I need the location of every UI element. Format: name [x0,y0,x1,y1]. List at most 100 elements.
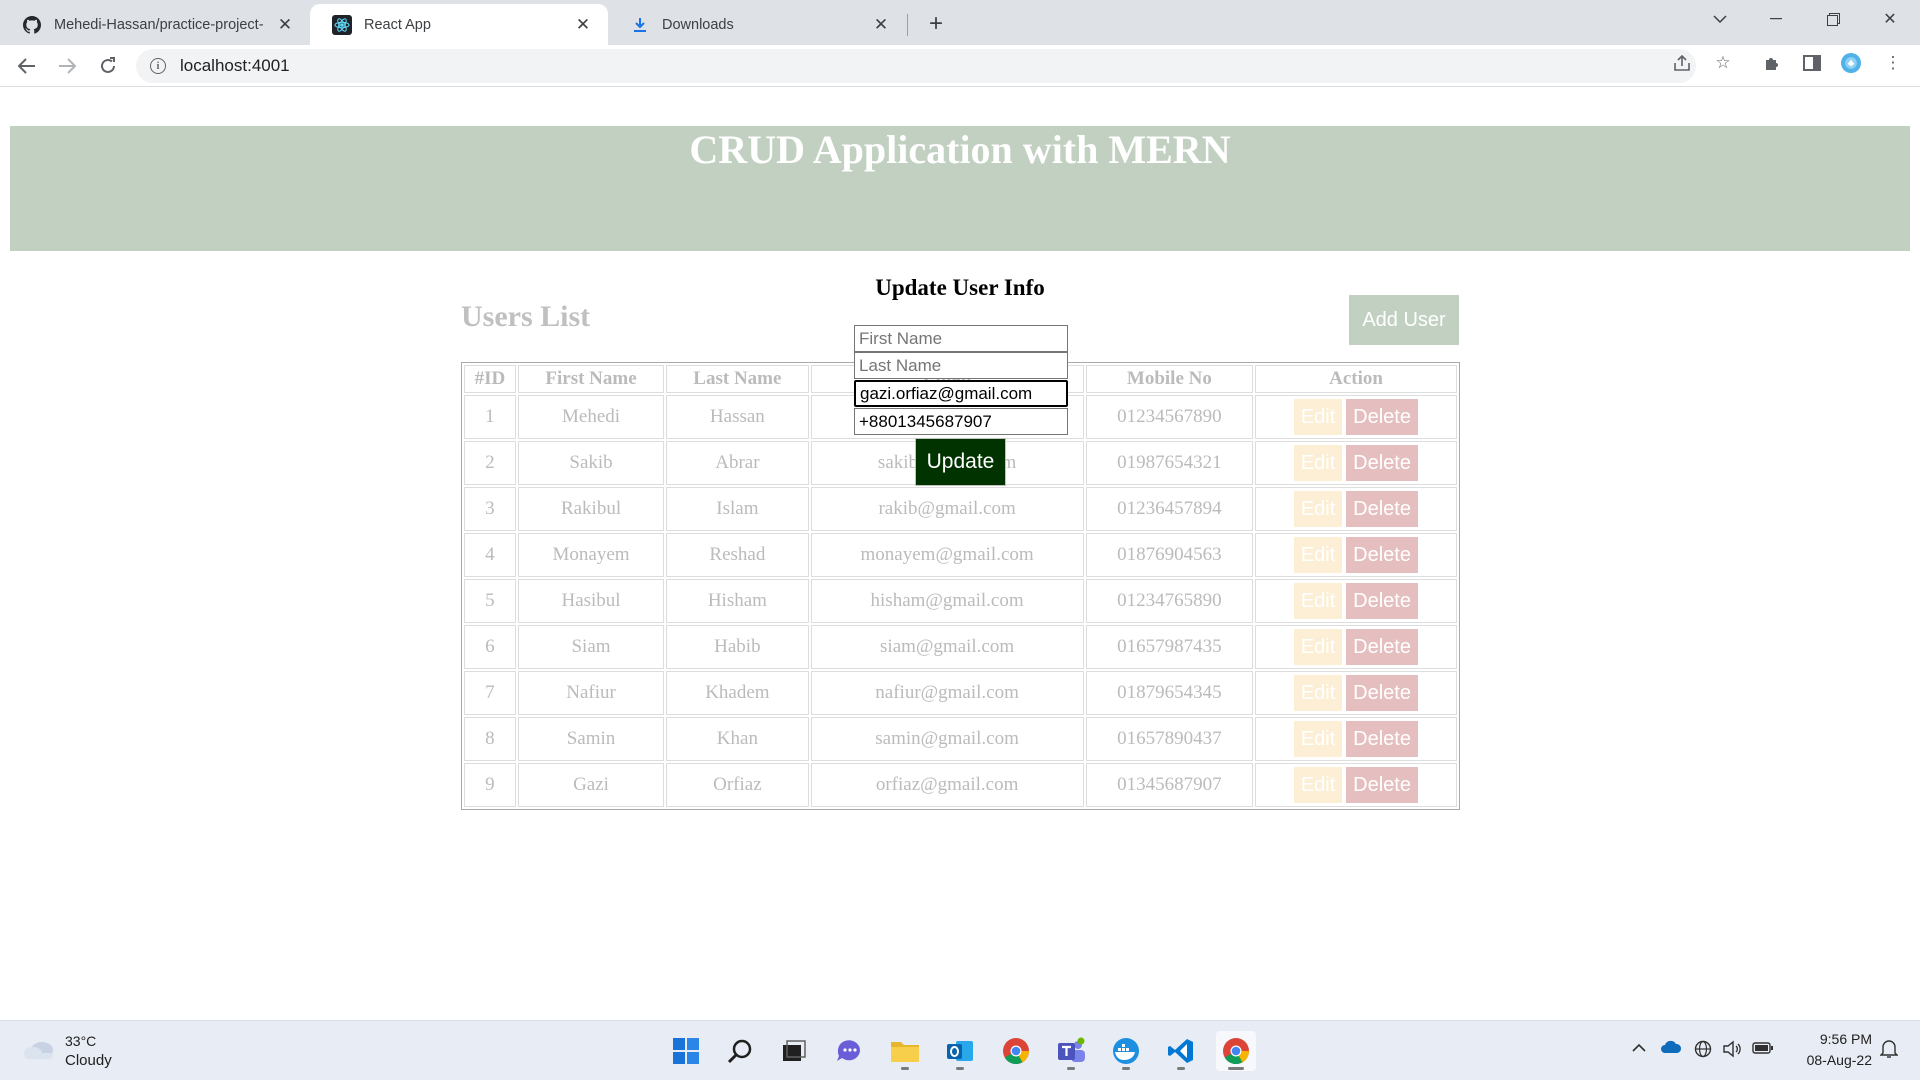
new-tab-icon[interactable]: + [921,9,951,39]
first-name-input[interactable] [854,325,1068,352]
onedrive-icon[interactable] [1660,1040,1682,1058]
share-icon[interactable] [1672,53,1692,73]
last-name-input[interactable] [854,352,1068,379]
edit-button[interactable]: Edit [1294,491,1343,527]
add-user-button[interactable]: Add User [1349,295,1459,345]
mobile-input[interactable] [854,408,1068,435]
running-indicator [1228,1067,1244,1070]
reload-icon[interactable] [92,50,124,82]
table-row: 8 Samin Khan samin@gmail.com 01657890437… [464,717,1457,761]
edit-button[interactable]: Edit [1294,721,1343,757]
delete-button[interactable]: Delete [1346,583,1419,619]
cell-id: 8 [464,717,516,761]
edit-button[interactable]: Edit [1294,767,1343,803]
table-row: 7 Nafiur Khadem nafiur@gmail.com 0187965… [464,671,1457,715]
task-view-icon[interactable] [774,1031,814,1071]
running-indicator [956,1067,964,1070]
delete-button[interactable]: Delete [1346,721,1419,757]
clock-time[interactable]: 9:56 PM [1780,1031,1872,1047]
edit-button[interactable]: Edit [1294,675,1343,711]
delete-button[interactable]: Delete [1346,399,1419,435]
back-icon[interactable] [11,50,43,82]
more-menu-icon[interactable]: ⋮ [1883,53,1903,73]
tab-github[interactable]: Mehedi-Hassan/practice-project- ✕ [0,4,310,45]
url-text: localhost:4001 [180,56,290,75]
tab-separator [907,14,908,36]
app-header: CRUD Application with MERN [10,126,1910,251]
notifications-icon[interactable] [1879,1039,1899,1063]
chat-icon[interactable] [829,1031,869,1071]
tab-search-chevron-icon[interactable] [1692,0,1748,38]
close-icon[interactable]: ✕ [870,14,892,36]
minimize-icon[interactable] [1748,0,1804,38]
browser-toolbar: i localhost:4001 ☆ ⋮ [0,45,1920,87]
close-icon[interactable]: ✕ [274,14,296,36]
weather-description[interactable]: Cloudy [65,1052,112,1069]
cell-action: Edit Delete [1255,395,1457,439]
volume-icon[interactable] [1722,1040,1742,1062]
download-icon [630,15,650,35]
email-input[interactable] [854,380,1068,407]
cell-first-name: Sakib [517,441,665,485]
teams-icon[interactable] [1051,1031,1091,1071]
update-button[interactable]: Update [915,438,1006,486]
site-info-icon[interactable]: i [150,58,166,74]
delete-button[interactable]: Delete [1346,629,1419,665]
weather-temperature[interactable]: 33°C [65,1033,96,1049]
close-window-icon[interactable]: ✕ [1862,0,1918,38]
search-icon[interactable] [720,1031,760,1071]
cell-last-name: Reshad [666,533,809,577]
table-row: 9 Gazi Orfiaz orfiaz@gmail.com 013456879… [464,763,1457,807]
restore-icon[interactable] [1805,0,1861,38]
clock-date[interactable]: 08-Aug-22 [1780,1052,1872,1068]
delete-button[interactable]: Delete [1346,767,1419,803]
delete-button[interactable]: Delete [1346,537,1419,573]
docker-icon[interactable] [1106,1031,1146,1071]
battery-icon[interactable] [1752,1040,1774,1060]
edit-button[interactable]: Edit [1294,537,1343,573]
profile-avatar-icon[interactable] [1841,53,1861,73]
table-row: 6 Siam Habib siam@gmail.com 01657987435 … [464,625,1457,669]
forward-icon[interactable] [51,50,83,82]
cloud-icon[interactable] [22,1037,56,1061]
cell-first-name: Rakibul [517,487,665,531]
cell-id: 1 [464,395,516,439]
edit-button[interactable]: Edit [1294,583,1343,619]
cell-email: samin@gmail.com [810,717,1084,761]
tab-downloads[interactable]: Downloads ✕ [608,4,906,45]
extensions-icon[interactable] [1762,53,1782,73]
cell-last-name: Hisham [666,579,809,623]
cell-id: 6 [464,625,516,669]
cell-mobile: 01345687907 [1085,763,1254,807]
cell-id: 4 [464,533,516,577]
start-icon[interactable] [666,1031,706,1071]
cell-action: Edit Delete [1255,763,1457,807]
column-header-first-name: First Name [517,365,665,393]
vscode-icon[interactable] [1161,1031,1201,1071]
column-header-id: #ID [464,365,516,393]
cell-action: Edit Delete [1255,671,1457,715]
delete-button[interactable]: Delete [1346,675,1419,711]
cell-last-name: Abrar [666,441,809,485]
address-bar[interactable]: i localhost:4001 [136,49,1696,83]
file-explorer-icon[interactable] [885,1031,925,1071]
edit-button[interactable]: Edit [1294,399,1343,435]
delete-button[interactable]: Delete [1346,445,1419,481]
edit-button[interactable]: Edit [1294,445,1343,481]
chrome-icon[interactable] [996,1031,1036,1071]
windows-taskbar: 33°C Cloudy 9:56 PM 08-Aug-22 [0,1020,1920,1080]
cell-mobile: 01657987435 [1085,625,1254,669]
react-icon [332,14,352,35]
outlook-icon[interactable] [940,1031,980,1071]
close-icon[interactable]: ✕ [572,14,594,36]
edit-button[interactable]: Edit [1294,629,1343,665]
bookmark-star-icon[interactable]: ☆ [1713,53,1733,73]
delete-button[interactable]: Delete [1346,491,1419,527]
tab-react-app[interactable]: React App ✕ [310,4,608,45]
side-panel-icon[interactable] [1802,53,1822,73]
cell-first-name: Hasibul [517,579,665,623]
language-globe-icon[interactable] [1694,1040,1712,1062]
cell-email: hisham@gmail.com [810,579,1084,623]
chrome-active-icon[interactable] [1216,1031,1256,1071]
show-hidden-icons-chevron-icon[interactable] [1632,1040,1646,1057]
